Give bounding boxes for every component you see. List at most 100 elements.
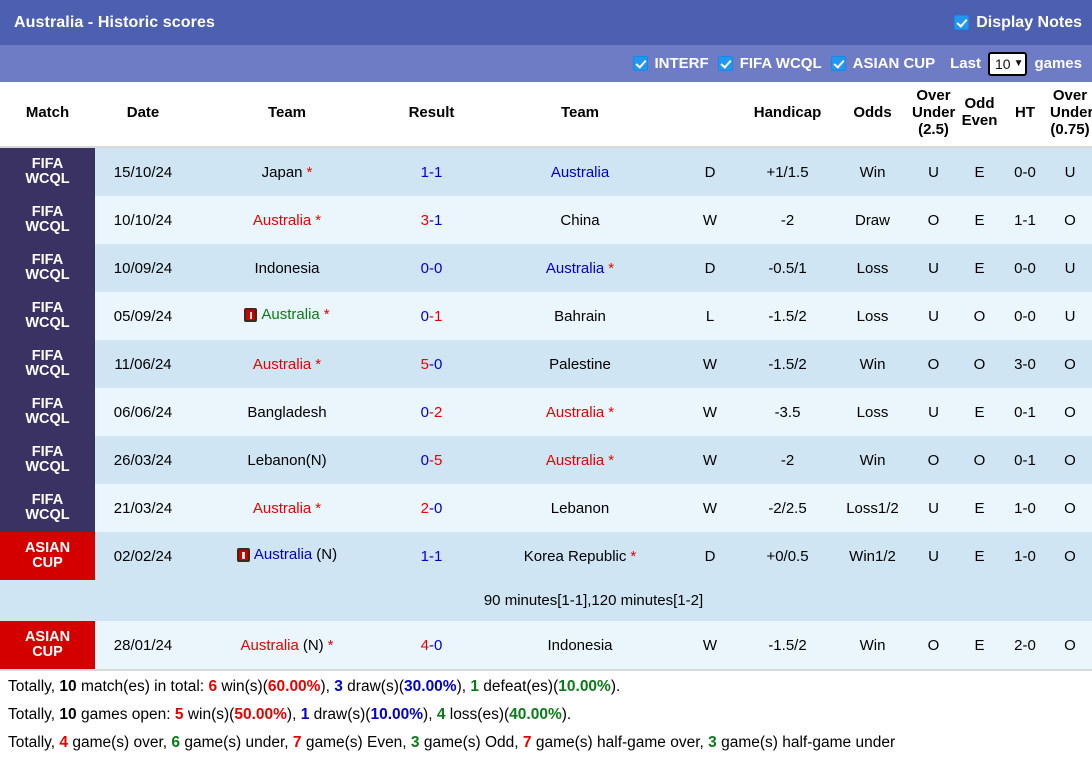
over-under-075-value: U bbox=[1048, 244, 1092, 293]
s1-t5: ), bbox=[456, 678, 471, 696]
team-away-star: * bbox=[608, 451, 615, 469]
filter-fifa-wcql[interactable]: FIFA WCQL bbox=[717, 55, 822, 72]
home-team-cell: Australia (N) * bbox=[191, 621, 383, 670]
team-away-name[interactable]: Lebanon bbox=[551, 500, 609, 517]
wdl-indicator: W bbox=[680, 388, 740, 437]
team-away-name[interactable]: Australia bbox=[546, 452, 604, 469]
team-away: Palestine bbox=[549, 356, 611, 373]
team-home-name[interactable]: Lebanon(N) bbox=[247, 452, 326, 469]
filter-asian-cup[interactable]: ASIAN CUP bbox=[830, 55, 936, 72]
handicap-value: -2 bbox=[740, 196, 835, 245]
home-team-cell: Australia * bbox=[191, 292, 383, 341]
display-notes-toggle[interactable]: Display Notes bbox=[954, 14, 1082, 32]
over-under-25-value: O bbox=[910, 196, 957, 245]
away-team-cell: Australia * bbox=[480, 388, 680, 437]
odd-even-value: E bbox=[957, 621, 1002, 670]
red-card-icon bbox=[244, 308, 258, 323]
odd-even-value: E bbox=[957, 388, 1002, 437]
filter-asian-cup-label: ASIAN CUP bbox=[852, 55, 936, 72]
s1-defeats: 1 bbox=[470, 678, 479, 696]
table-row[interactable]: FIFA WCQL 10/10/24 Australia * 3-1 China W -2 Dra… bbox=[0, 196, 1092, 245]
last-games-select[interactable]: 10 ▼ bbox=[987, 51, 1028, 76]
table-row[interactable]: FIFA WCQL 15/10/24 Japan * 1-1 Australia D +1/1.… bbox=[0, 147, 1092, 197]
s1-defeats-pct: 10.00% bbox=[558, 678, 611, 696]
table-row[interactable]: FIFA WCQL 06/06/24 Bangladesh 0-2 Australia * W… bbox=[0, 388, 1092, 437]
odd-even-value: O bbox=[957, 436, 1002, 485]
team-away: Indonesia bbox=[547, 637, 612, 654]
team-away-name[interactable]: Indonesia bbox=[547, 637, 612, 654]
team-away-name[interactable]: Bahrain bbox=[554, 308, 606, 325]
home-team-cell: Australia (N) bbox=[191, 532, 383, 581]
display-notes-checkbox-icon[interactable] bbox=[954, 15, 970, 30]
team-home: Australia * bbox=[253, 356, 321, 373]
team-away-name[interactable]: Australia bbox=[551, 164, 609, 181]
team-away-name[interactable]: China bbox=[560, 212, 599, 229]
filter-fifa-wcql-label: FIFA WCQL bbox=[739, 55, 822, 72]
over-under-075-value: O bbox=[1048, 388, 1092, 437]
team-away-name[interactable]: Korea Republic bbox=[524, 548, 627, 565]
table-row[interactable]: FIFA WCQL 21/03/24 Australia * 2-0 Lebanon W -2/… bbox=[0, 484, 1092, 533]
odd-even-value: E bbox=[957, 196, 1002, 245]
competition-line1: FIFA bbox=[31, 395, 64, 412]
table-row[interactable]: ASIAN CUP 02/02/24 Australia (N) 1-1 Korea Rep… bbox=[0, 532, 1092, 581]
s2-t4: draw(s)( bbox=[309, 706, 371, 724]
team-home-name[interactable]: Australia bbox=[253, 500, 311, 517]
team-home-name[interactable]: Bangladesh bbox=[247, 404, 326, 421]
s3-odd: 3 bbox=[410, 734, 420, 752]
team-home-name[interactable]: Australia bbox=[253, 212, 311, 229]
team-home-name[interactable]: Australia bbox=[254, 546, 312, 563]
team-away-name[interactable]: Palestine bbox=[549, 356, 611, 373]
team-away: China bbox=[560, 212, 599, 229]
half-time-score: 1-0 bbox=[1002, 532, 1048, 581]
score-away: 1 bbox=[434, 163, 443, 181]
team-home-name[interactable]: Australia bbox=[261, 306, 319, 323]
team-home-name[interactable]: Australia bbox=[240, 637, 298, 654]
s3-half-under: 3 bbox=[708, 734, 717, 752]
home-team-cell: Indonesia bbox=[191, 244, 383, 293]
last-games-control: Last 10 ▼ games bbox=[950, 51, 1082, 76]
filter-interf[interactable]: INTERF bbox=[632, 55, 709, 72]
fifa-wcql-checkbox-icon[interactable] bbox=[717, 56, 733, 71]
s3-t3: game(s) Even, bbox=[301, 734, 411, 752]
odd-even-value: O bbox=[957, 292, 1002, 341]
team-away-name[interactable]: Australia bbox=[546, 260, 604, 277]
half-time-score: 1-0 bbox=[1002, 484, 1048, 533]
over-under-075-value: O bbox=[1048, 532, 1092, 581]
score-away: 0 bbox=[434, 259, 443, 277]
s2-t1: games open: bbox=[76, 706, 175, 724]
team-away: Australia * bbox=[546, 452, 614, 469]
competition-badge: FIFA WCQL bbox=[0, 436, 95, 485]
wdl-indicator: D bbox=[680, 244, 740, 293]
team-home-star: * bbox=[315, 211, 322, 229]
team-away-name[interactable]: Australia bbox=[546, 404, 604, 421]
competition-badge: ASIAN CUP bbox=[0, 621, 95, 670]
team-home: Australia * bbox=[253, 212, 321, 229]
match-competition-cell: ASIAN CUP bbox=[0, 532, 95, 581]
competition-line2: CUP bbox=[32, 555, 63, 572]
col-ou25-line1: Over bbox=[916, 87, 951, 104]
interf-checkbox-icon[interactable] bbox=[632, 56, 648, 71]
competition-line2: WCQL bbox=[25, 507, 70, 524]
table-row[interactable]: FIFA WCQL 11/06/24 Australia * 5-0 Palestine W -… bbox=[0, 340, 1092, 389]
odds-result: Win bbox=[835, 340, 910, 389]
team-home-name[interactable]: Japan bbox=[262, 164, 303, 181]
table-row[interactable]: FIFA WCQL 05/09/24 Australia * 0-1 Bahrain L -1.… bbox=[0, 292, 1092, 341]
table-row[interactable]: FIFA WCQL 10/09/24 Indonesia 0-0 Australia * D -… bbox=[0, 244, 1092, 293]
table-header-row: Match Date Team Result Team Handicap Odd… bbox=[0, 82, 1092, 149]
competition-badge: FIFA WCQL bbox=[0, 388, 95, 437]
team-home-name[interactable]: Australia bbox=[253, 356, 311, 373]
s3-over: 4 bbox=[59, 734, 69, 752]
team-home-venue: (N) bbox=[316, 546, 338, 564]
away-team-cell: China bbox=[480, 196, 680, 245]
table-row[interactable]: FIFA WCQL 26/03/24 Lebanon(N) 0-5 Australia * W… bbox=[0, 436, 1092, 485]
handicap-value: -3.5 bbox=[740, 388, 835, 437]
competition-line2: WCQL bbox=[25, 219, 70, 236]
col-result: Result bbox=[383, 82, 480, 149]
table-row[interactable]: ASIAN CUP 28/01/24 Australia (N) * 4-0 Indonesi… bbox=[0, 621, 1092, 670]
away-team-cell: Australia * bbox=[480, 436, 680, 485]
asian-cup-checkbox-icon[interactable] bbox=[830, 56, 846, 71]
col-team-home: Team bbox=[191, 82, 383, 149]
result-score: 1-1 bbox=[383, 532, 480, 581]
over-under-25-value: O bbox=[910, 621, 957, 670]
team-home-name[interactable]: Indonesia bbox=[254, 260, 319, 277]
